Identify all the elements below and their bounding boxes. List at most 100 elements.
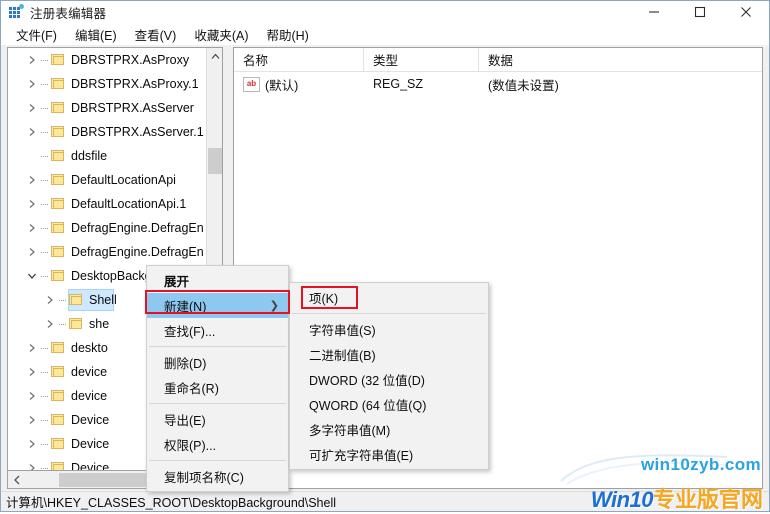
tree-item-label: DBRSTPRX.AsProxy.1 xyxy=(71,77,199,91)
submenu-item-5[interactable]: 多字符串值(M) xyxy=(290,417,488,442)
chevron-right-icon[interactable] xyxy=(24,432,40,456)
chevron-down-icon[interactable] xyxy=(24,264,40,288)
column-header-type[interactable]: 类型 xyxy=(364,48,479,71)
chevron-right-icon[interactable] xyxy=(24,72,40,96)
chevron-right-icon[interactable] xyxy=(24,168,40,192)
context-menu-item-6[interactable]: 权限(P)... xyxy=(147,432,288,457)
submenu-item-6[interactable]: 可扩充字符串值(E) xyxy=(290,442,488,467)
window-title: 注册表编辑器 xyxy=(30,6,107,21)
tree-item-defaultlocationapi[interactable]: DefaultLocationApi xyxy=(8,168,207,192)
chevron-right-icon[interactable] xyxy=(42,312,58,336)
tree-item-ddsfile[interactable]: ddsfile xyxy=(8,144,207,168)
context-menu[interactable]: 展开 新建(N) ❯ 查找(F)... 删除(D) 重命名(R) 导出(E) 权限(P)...… xyxy=(146,265,289,492)
tree-item-label: Device xyxy=(71,413,110,427)
menu-edit[interactable]: 编辑(E) xyxy=(66,23,126,46)
menu-favorites[interactable]: 收藏夹(A) xyxy=(185,23,257,46)
maximize-button[interactable] xyxy=(677,1,723,23)
chevron-right-icon[interactable] xyxy=(24,192,40,216)
context-menu-item-2[interactable]: 查找(F)... xyxy=(147,318,288,343)
menu-file[interactable]: 文件(F) xyxy=(7,23,66,46)
chevron-right-icon[interactable] xyxy=(24,456,40,470)
context-menu-item-label: 复制项名称(C) xyxy=(164,471,244,485)
folder-icon xyxy=(50,221,66,235)
scroll-up-icon[interactable] xyxy=(207,48,222,65)
tree-item-defaultlocationapi-1[interactable]: DefaultLocationApi.1 xyxy=(8,192,207,216)
context-menu-item-1[interactable]: 新建(N) ❯ xyxy=(147,293,288,318)
new-submenu[interactable]: 项(K) 字符串值(S) 二进制值(B) DWORD (32 位值(D) QWORD (… xyxy=(289,282,489,470)
chevron-right-icon[interactable] xyxy=(24,48,40,72)
submenu-item-4[interactable]: QWORD (64 位值(Q) xyxy=(290,392,488,417)
watermark-url: win10zyb.com xyxy=(640,455,761,474)
tree-connector xyxy=(58,312,68,336)
folder-icon xyxy=(50,245,66,259)
chevron-right-icon[interactable] xyxy=(24,336,40,360)
tree-leaf-marker xyxy=(24,144,40,168)
context-menu-item-label: 重命名(R) xyxy=(164,382,219,396)
tree-item-label: ddsfile xyxy=(71,149,108,163)
chevron-right-icon[interactable] xyxy=(24,360,40,384)
chevron-right-icon[interactable] xyxy=(24,240,40,264)
title-bar: 注册表编辑器 xyxy=(1,1,769,23)
tree-item-dbrstprx-asserver[interactable]: DBRSTPRX.AsServer xyxy=(8,96,207,120)
context-menu-item-label: 新建(N) xyxy=(164,300,207,314)
chevron-right-icon[interactable] xyxy=(24,384,40,408)
folder-icon xyxy=(50,341,66,355)
value-data-cell: (数值未设置) xyxy=(488,78,559,93)
tree-connector xyxy=(40,168,50,192)
scroll-left-icon[interactable] xyxy=(8,472,25,488)
value-name-text: (默认) xyxy=(265,78,299,93)
context-menu-item-7[interactable]: 复制项名称(C) xyxy=(147,464,288,489)
folder-icon xyxy=(50,437,66,451)
menu-view[interactable]: 查看(V) xyxy=(126,23,186,46)
tree-item-label: Device xyxy=(71,461,110,470)
value-type-cell: REG_SZ xyxy=(373,77,424,91)
context-menu-item-0[interactable]: 展开 xyxy=(147,268,288,293)
tree-item-dbrstprx-asproxy-1[interactable]: DBRSTPRX.AsProxy.1 xyxy=(8,72,207,96)
menu-help[interactable]: 帮助(H) xyxy=(257,23,317,46)
column-header-data[interactable]: 数据 xyxy=(479,48,762,71)
chevron-right-icon[interactable] xyxy=(24,96,40,120)
context-menu-item-3[interactable]: 删除(D) xyxy=(147,350,288,375)
column-header-name[interactable]: 名称 xyxy=(234,48,364,71)
close-button[interactable] xyxy=(723,1,769,23)
tree-item-label: DefaultLocationApi xyxy=(71,173,176,187)
tree-scroll-thumb[interactable] xyxy=(208,148,222,174)
context-menu-separator xyxy=(149,346,286,347)
chevron-right-icon[interactable] xyxy=(24,216,40,240)
folder-icon xyxy=(50,413,66,427)
table-row[interactable]: ab (默认) REG_SZ (数值未设置) xyxy=(234,72,762,96)
folder-icon xyxy=(50,173,66,187)
submenu-item-0[interactable]: 项(K) xyxy=(290,285,488,310)
tree-connector xyxy=(40,120,50,144)
tree-item-dbrstprx-asserver-1[interactable]: DBRSTPRX.AsServer.1 xyxy=(8,120,207,144)
context-menu-separator xyxy=(149,460,286,461)
tree-item-defragengine-defragen[interactable]: DefragEngine.DefragEn xyxy=(8,216,207,240)
context-menu-item-label: 导出(E) xyxy=(164,414,206,428)
tree-connector xyxy=(40,336,50,360)
chevron-right-icon[interactable] xyxy=(24,120,40,144)
folder-icon xyxy=(50,461,66,470)
context-menu-item-label: 删除(D) xyxy=(164,357,207,371)
tree-item-dbrstprx-asproxy[interactable]: DBRSTPRX.AsProxy xyxy=(8,48,207,72)
submenu-item-2[interactable]: 二进制值(B) xyxy=(290,342,488,367)
values-column-header: 名称 类型 数据 xyxy=(234,48,762,72)
chevron-right-icon[interactable] xyxy=(24,408,40,432)
submenu-item-1[interactable]: 字符串值(S) xyxy=(290,317,488,342)
tree-item-defragengine-defragen[interactable]: DefragEngine.DefragEn xyxy=(8,240,207,264)
context-menu-item-label: 权限(P)... xyxy=(164,439,217,453)
minimize-button[interactable] xyxy=(631,1,677,23)
context-menu-item-4[interactable]: 重命名(R) xyxy=(147,375,288,400)
chevron-right-icon[interactable] xyxy=(42,288,58,312)
context-menu-item-5[interactable]: 导出(E) xyxy=(147,407,288,432)
submenu-item-3[interactable]: DWORD (32 位值(D) xyxy=(290,367,488,392)
current-key-path: 计算机\HKEY_CLASSES_ROOT\DesktopBackground\… xyxy=(6,496,336,510)
